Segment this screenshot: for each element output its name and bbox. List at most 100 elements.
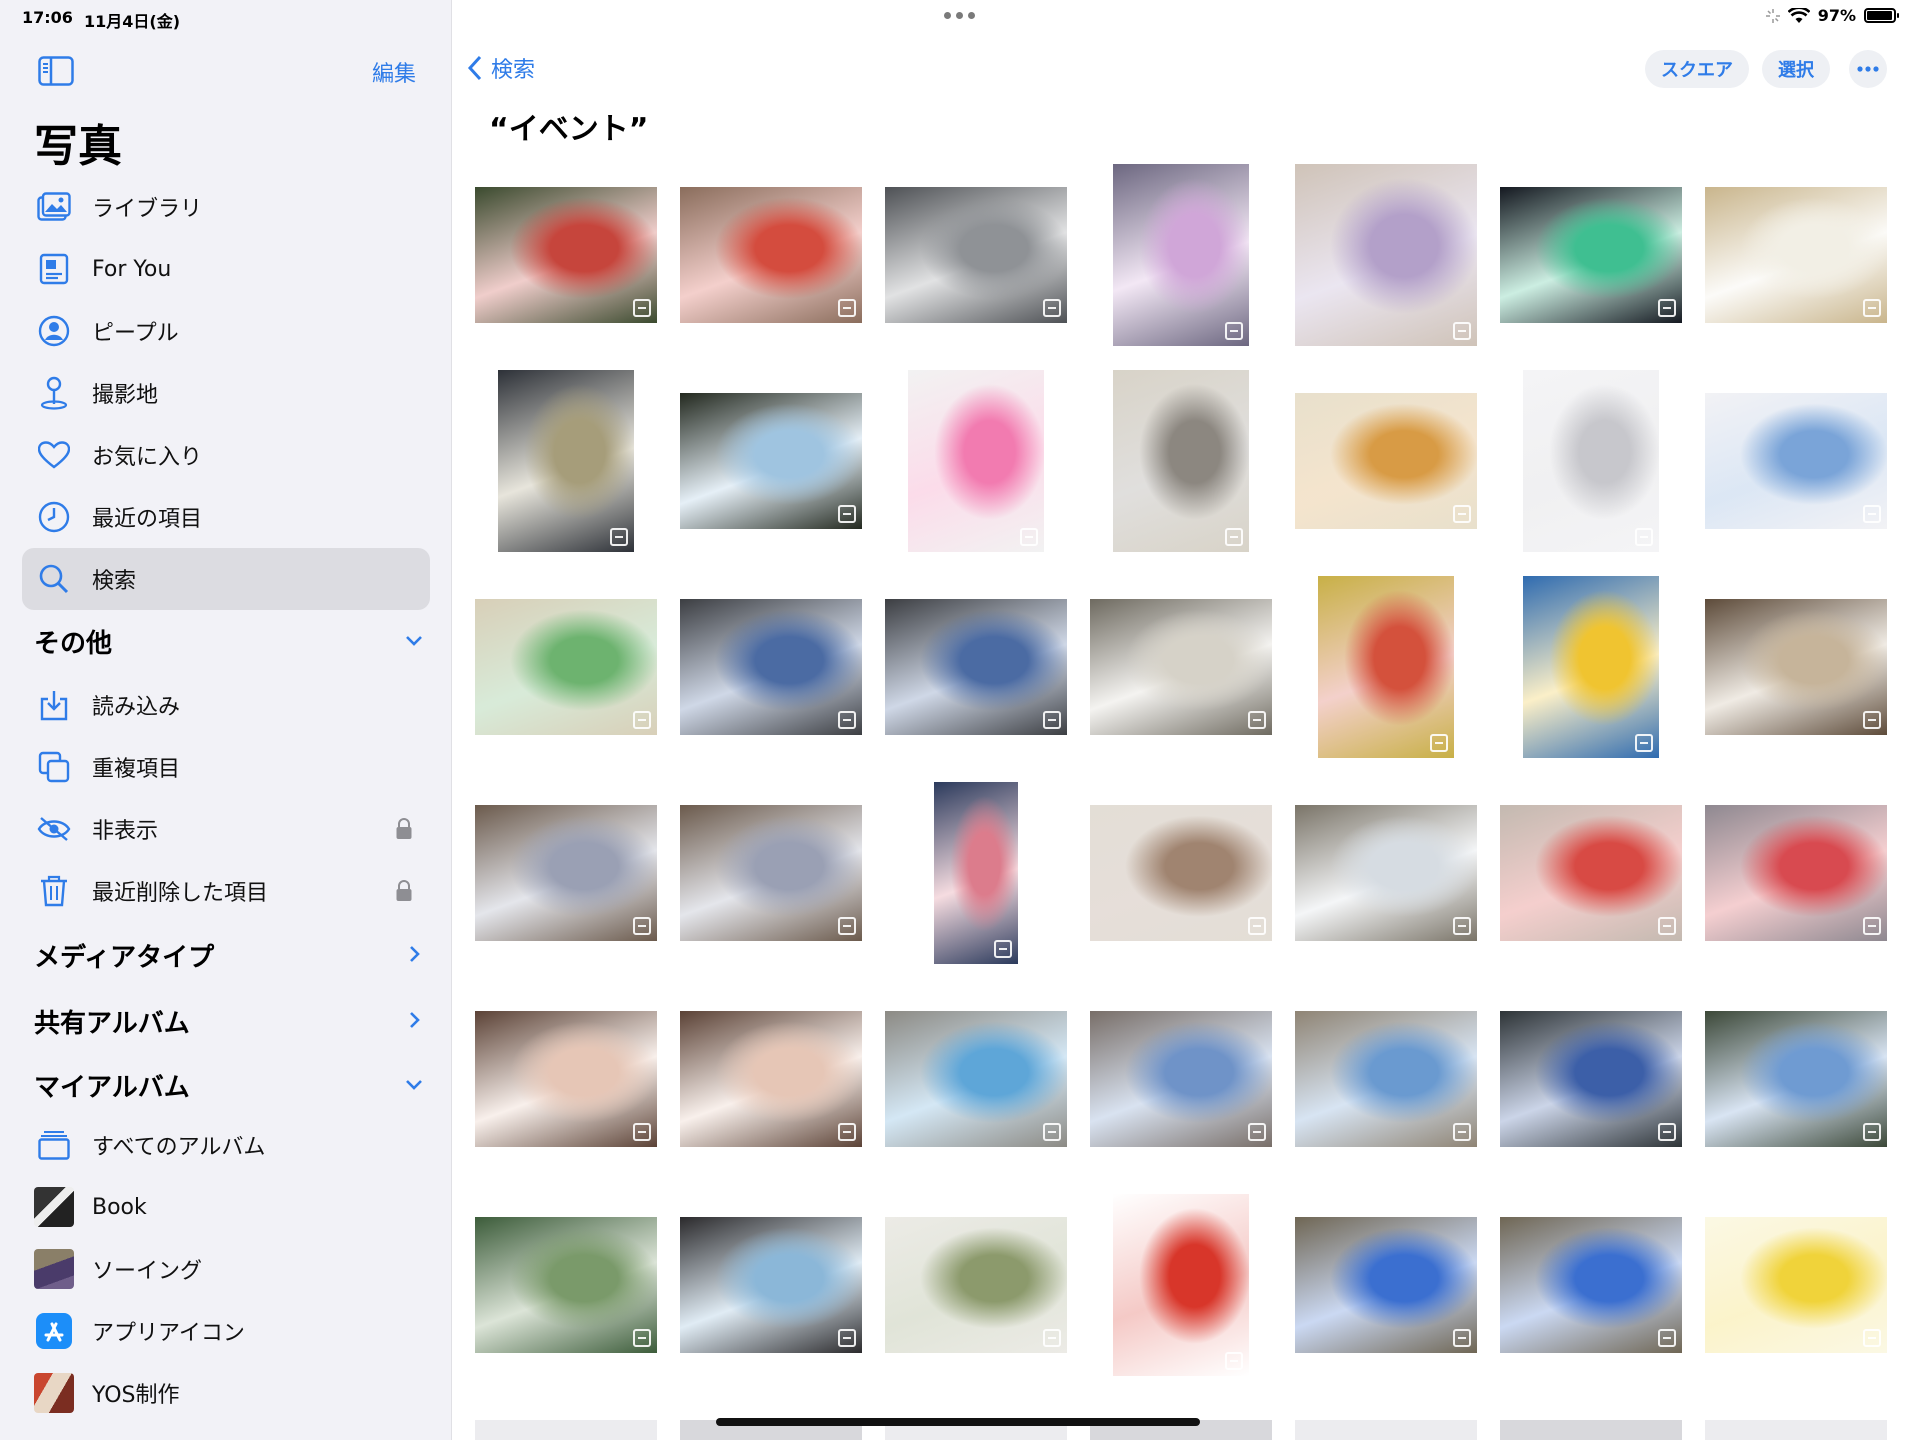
- sidebar-item-favorites[interactable]: お気に入り: [22, 424, 430, 486]
- sidebar: 編集 写真 ライブラリ For You ピープル 撮影地 お気に入り 最近の項目…: [0, 0, 452, 1440]
- sidebar-item-recents[interactable]: 最近の項目: [22, 486, 430, 548]
- clock-icon: [34, 497, 74, 537]
- photo-thumbnail[interactable]: [1500, 984, 1682, 1174]
- photo-thumbnail[interactable]: [885, 778, 1067, 968]
- sidebar-item-search[interactable]: 検索: [22, 548, 430, 610]
- photo-thumbnail-partial[interactable]: [475, 1420, 657, 1440]
- photo-thumbnail[interactable]: [1500, 160, 1682, 350]
- photo-thumbnail[interactable]: [1090, 984, 1272, 1174]
- photo-thumbnail[interactable]: [1090, 1190, 1272, 1380]
- sidebar-item-all-albums[interactable]: すべてのアルバム: [22, 1114, 430, 1176]
- photo-thumbnail[interactable]: [475, 984, 657, 1174]
- photo-thumbnail[interactable]: [1090, 778, 1272, 968]
- photo-thumbnail[interactable]: [1705, 984, 1887, 1174]
- photo-image: [1295, 805, 1477, 941]
- chevron-right-icon: [410, 1012, 420, 1028]
- photo-thumbnail[interactable]: [885, 572, 1067, 762]
- album-sewing-thumbnail: [34, 1249, 74, 1289]
- photo-thumbnail[interactable]: [475, 1190, 657, 1380]
- text-recognition-icon: [1658, 917, 1676, 935]
- heart-icon: [34, 435, 74, 475]
- photo-thumbnail[interactable]: [1090, 160, 1272, 350]
- photo-thumbnail[interactable]: [475, 160, 657, 350]
- photo-thumbnail[interactable]: [680, 366, 862, 556]
- photo-thumbnail[interactable]: [1500, 1190, 1682, 1380]
- photo-image: [1295, 164, 1477, 346]
- sidebar-item-album-sewing[interactable]: ソーイング: [22, 1238, 430, 1300]
- photo-thumbnail[interactable]: [885, 366, 1067, 556]
- photo-thumbnail[interactable]: [1500, 778, 1682, 968]
- sidebar-toggle-icon: [38, 56, 74, 86]
- photo-thumbnail[interactable]: [1090, 366, 1272, 556]
- photo-thumbnail[interactable]: [1705, 778, 1887, 968]
- photo-thumbnail[interactable]: [680, 984, 862, 1174]
- photo-thumbnail[interactable]: [1295, 1190, 1477, 1380]
- battery-icon: [1864, 8, 1899, 23]
- photo-thumbnail[interactable]: [680, 160, 862, 350]
- back-button[interactable]: 検索: [467, 52, 535, 84]
- section-media-types[interactable]: メディアタイプ: [34, 930, 424, 980]
- photo-image: [885, 187, 1067, 323]
- photo-thumbnail[interactable]: [885, 1190, 1067, 1380]
- text-recognition-icon: [838, 1329, 856, 1347]
- photo-thumbnail[interactable]: [885, 160, 1067, 350]
- photo-thumbnail[interactable]: [1705, 1190, 1887, 1380]
- sidebar-toggle-button[interactable]: [38, 56, 74, 86]
- photo-image: [680, 805, 862, 941]
- sidebar-item-album-app-icons[interactable]: アプリアイコン: [22, 1300, 430, 1362]
- section-my-albums[interactable]: マイアルバム: [34, 1060, 424, 1110]
- photo-image: [680, 187, 862, 323]
- photo-thumbnail[interactable]: [1500, 366, 1682, 556]
- photo-thumbnail[interactable]: [1295, 778, 1477, 968]
- photo-thumbnail[interactable]: [475, 572, 657, 762]
- status-time: 17:06: [22, 8, 73, 27]
- home-indicator[interactable]: [716, 1418, 1200, 1426]
- duplicates-icon: [34, 747, 74, 787]
- section-shared-albums[interactable]: 共有アルバム: [34, 996, 424, 1046]
- section-other[interactable]: その他: [34, 616, 424, 666]
- app-store-icon: [34, 1311, 74, 1351]
- photo-thumbnail[interactable]: [1295, 984, 1477, 1174]
- people-icon: [34, 311, 74, 351]
- photo-thumbnail-partial[interactable]: [1705, 1420, 1887, 1440]
- photo-image: [680, 599, 862, 735]
- text-recognition-icon: [1453, 322, 1471, 340]
- photo-thumbnail[interactable]: [1295, 366, 1477, 556]
- sidebar-item-places[interactable]: 撮影地: [22, 362, 430, 424]
- text-recognition-icon: [1248, 917, 1266, 935]
- photo-thumbnail[interactable]: [680, 1190, 862, 1380]
- sidebar-item-label: すべてのアルバム: [92, 1135, 266, 1160]
- photo-thumbnail-partial[interactable]: [1500, 1420, 1682, 1440]
- photo-thumbnail[interactable]: [1295, 160, 1477, 350]
- photo-thumbnail[interactable]: [1295, 572, 1477, 762]
- photo-thumbnail[interactable]: [1705, 366, 1887, 556]
- photo-thumbnail[interactable]: [680, 778, 862, 968]
- sidebar-item-label: For You: [92, 256, 172, 282]
- sidebar-item-duplicates[interactable]: 重複項目: [22, 736, 430, 798]
- text-recognition-icon: [1658, 1329, 1676, 1347]
- sidebar-item-for-you[interactable]: For You: [22, 238, 430, 300]
- photo-thumbnail-partial[interactable]: [1295, 1420, 1477, 1440]
- photo-thumbnail[interactable]: [885, 984, 1067, 1174]
- photo-thumbnail[interactable]: [1705, 160, 1887, 350]
- photo-thumbnail[interactable]: [1090, 572, 1272, 762]
- sidebar-item-album-book[interactable]: Book: [22, 1176, 430, 1238]
- sidebar-item-recently-deleted[interactable]: 最近削除した項目: [22, 860, 430, 922]
- more-button[interactable]: [1849, 50, 1887, 88]
- photo-thumbnail[interactable]: [1500, 572, 1682, 762]
- square-toggle-button[interactable]: スクエア: [1645, 50, 1749, 88]
- sidebar-item-hidden[interactable]: 非表示: [22, 798, 430, 860]
- photo-thumbnail[interactable]: [680, 572, 862, 762]
- sidebar-item-people[interactable]: ピープル: [22, 300, 430, 362]
- text-recognition-icon: [1635, 734, 1653, 752]
- select-button[interactable]: 選択: [1762, 50, 1830, 88]
- edit-button[interactable]: 編集: [372, 56, 416, 88]
- sidebar-item-imports[interactable]: 読み込み: [22, 674, 430, 736]
- photo-image: [1500, 1217, 1682, 1353]
- photo-thumbnail[interactable]: [475, 366, 657, 556]
- photo-thumbnail[interactable]: [1705, 572, 1887, 762]
- chevron-down-icon: [406, 636, 422, 646]
- sidebar-item-album-yos[interactable]: YOS制作: [22, 1362, 430, 1424]
- photo-thumbnail[interactable]: [475, 778, 657, 968]
- sidebar-item-library[interactable]: ライブラリ: [22, 176, 430, 238]
